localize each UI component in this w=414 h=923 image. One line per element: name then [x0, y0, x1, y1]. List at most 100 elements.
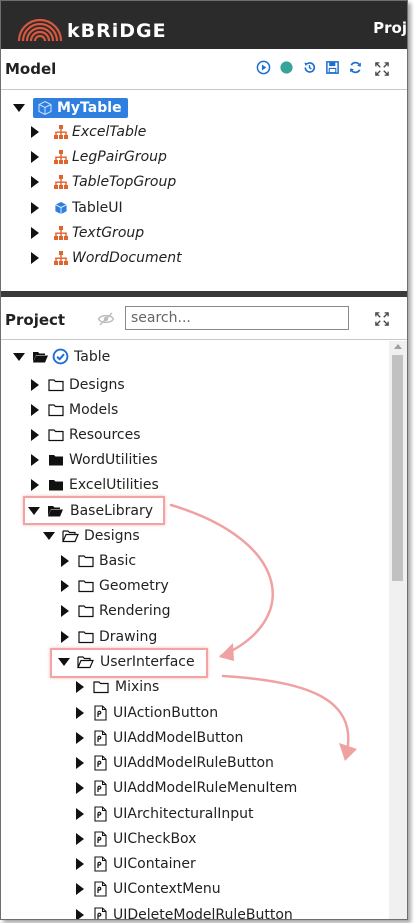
brand-name: kBRiDGE	[67, 20, 167, 42]
eye-slash-icon[interactable]	[97, 311, 115, 330]
tree-item-row[interactable]: Models	[31, 397, 118, 422]
caret-right-icon[interactable]	[31, 125, 39, 138]
caret-right-icon[interactable]	[76, 781, 84, 794]
tree-item-row[interactable]: UIAddModelButton	[76, 725, 243, 750]
folder-icon	[48, 403, 64, 416]
caret-right-icon[interactable]	[31, 175, 39, 188]
folder-icon	[78, 554, 94, 567]
model-item-label: WordDocument	[72, 249, 182, 266]
tree-item-label: Drawing	[99, 628, 158, 645]
hierarchy-icon	[54, 250, 68, 265]
maximize-project-icon[interactable]	[375, 311, 389, 330]
tree-item-row[interactable]: Designs	[43, 523, 140, 548]
tree-item-row[interactable]: ExcelUtilities	[31, 472, 159, 497]
caret-right-icon[interactable]	[31, 428, 39, 441]
design-file-icon	[94, 830, 107, 847]
scroll-up-arrow-icon[interactable]	[394, 344, 402, 349]
check-circle-icon	[52, 348, 69, 365]
tree-item-label: UIAddModelRuleMenuItem	[113, 779, 298, 796]
play-icon[interactable]	[255, 59, 272, 76]
folder-icon	[93, 680, 109, 693]
caret-right-icon[interactable]	[76, 908, 84, 919]
project-scrollbar[interactable]	[389, 341, 407, 919]
caret-right-icon[interactable]	[31, 453, 39, 466]
design-file-icon	[94, 779, 107, 796]
tree-item-row[interactable]: Designs	[31, 372, 125, 397]
caret-right-icon[interactable]	[76, 756, 84, 769]
tree-item-label: Designs	[69, 376, 125, 393]
tree-item-label: WordUtilities	[69, 451, 158, 468]
caret-down-icon[interactable]	[43, 531, 55, 540]
model-item-row[interactable]: ExcelTable	[31, 119, 146, 144]
project-root-label: Table	[74, 348, 111, 365]
model-item-row[interactable]: LegPairGroup	[31, 144, 167, 169]
project-tab-label[interactable]: Proj	[373, 19, 407, 37]
tree-item-row[interactable]: Rendering	[61, 598, 171, 623]
project-panel-title: Project	[5, 311, 66, 329]
scrollbar-thumb[interactable]	[392, 355, 403, 581]
refresh-icon[interactable]	[347, 59, 364, 76]
caret-right-icon[interactable]	[31, 251, 39, 264]
caret-right-icon[interactable]	[31, 478, 39, 491]
caret-right-icon[interactable]	[76, 680, 84, 693]
caret-down-icon[interactable]	[13, 352, 25, 361]
tree-item-row[interactable]: WordUtilities	[31, 447, 158, 472]
caret-right-icon[interactable]	[76, 807, 84, 820]
tree-item-row[interactable]: UICheckBox	[76, 826, 196, 851]
maximize-model-icon[interactable]	[375, 61, 389, 80]
caret-right-icon[interactable]	[31, 226, 39, 239]
caret-right-icon[interactable]	[31, 403, 39, 416]
project-panel-header: Project	[1, 297, 407, 340]
undo-icon[interactable]	[301, 59, 318, 76]
caret-right-icon[interactable]	[61, 604, 69, 617]
tree-item-row[interactable]: UIArchitecturalInput	[76, 801, 254, 826]
tree-item-row[interactable]: UIActionButton	[76, 700, 218, 725]
folder-icon	[48, 378, 64, 391]
tree-item-row[interactable]: Basic	[61, 548, 136, 573]
model-item-row[interactable]: TextGroup	[31, 220, 144, 245]
search-input[interactable]	[125, 306, 349, 330]
model-root-selected[interactable]: MyTable	[33, 97, 128, 118]
tree-item-row[interactable]: UIContainer	[76, 851, 196, 876]
save-icon[interactable]	[324, 59, 341, 76]
tree-item-label: UICheckBox	[113, 830, 197, 847]
caret-right-icon[interactable]	[61, 630, 69, 643]
model-item-label: TableTopGroup	[72, 173, 177, 190]
design-file-icon	[94, 880, 107, 897]
tree-item-row[interactable]: UIAddModelRuleMenuItem	[76, 775, 297, 800]
tree-item-label: UIArchitecturalInput	[113, 805, 254, 822]
tree-item-row[interactable]: UIDeleteModelRuleButton	[76, 902, 293, 919]
tree-item-row[interactable]: UIAddModelRuleButton	[76, 750, 274, 775]
model-item-row[interactable]: WordDocument	[31, 245, 182, 270]
caret-right-icon[interactable]	[76, 857, 84, 870]
model-item-row[interactable]: TableTopGroup	[31, 169, 176, 194]
folder-open-outline-icon	[62, 529, 79, 542]
cube-icon	[54, 200, 68, 215]
tree-item-row[interactable]: Geometry	[61, 573, 169, 598]
caret-right-icon[interactable]	[76, 832, 84, 845]
folder-icon	[78, 604, 94, 617]
model-root-row[interactable]: MyTable	[13, 95, 128, 120]
caret-right-icon[interactable]	[31, 150, 39, 163]
caret-down-icon[interactable]	[13, 103, 25, 112]
caret-right-icon[interactable]	[76, 882, 84, 895]
tree-item-row[interactable]: Resources	[31, 422, 141, 447]
tree-item-label: UIContextMenu	[113, 880, 221, 897]
caret-right-icon[interactable]	[31, 201, 39, 214]
caret-right-icon[interactable]	[61, 554, 69, 567]
caret-right-icon[interactable]	[76, 731, 84, 744]
tree-item-label: Models	[69, 401, 119, 418]
model-item-row[interactable]: TableUI	[31, 195, 123, 220]
caret-right-icon[interactable]	[61, 579, 69, 592]
tree-item-label: ExcelUtilities	[69, 476, 159, 493]
project-root-row[interactable]: Table	[13, 344, 110, 369]
caret-right-icon[interactable]	[76, 706, 84, 719]
tree-item-label: UIDeleteModelRuleButton	[113, 906, 293, 920]
tree-item-row[interactable]: UIContextMenu	[76, 876, 221, 901]
status-dot-icon[interactable]	[278, 59, 295, 76]
folder-open-icon	[33, 351, 48, 362]
tree-item-label: UIContainer	[113, 855, 196, 872]
tree-item-row[interactable]: Drawing	[61, 624, 157, 649]
caret-right-icon[interactable]	[31, 378, 39, 391]
hierarchy-icon	[54, 149, 68, 164]
